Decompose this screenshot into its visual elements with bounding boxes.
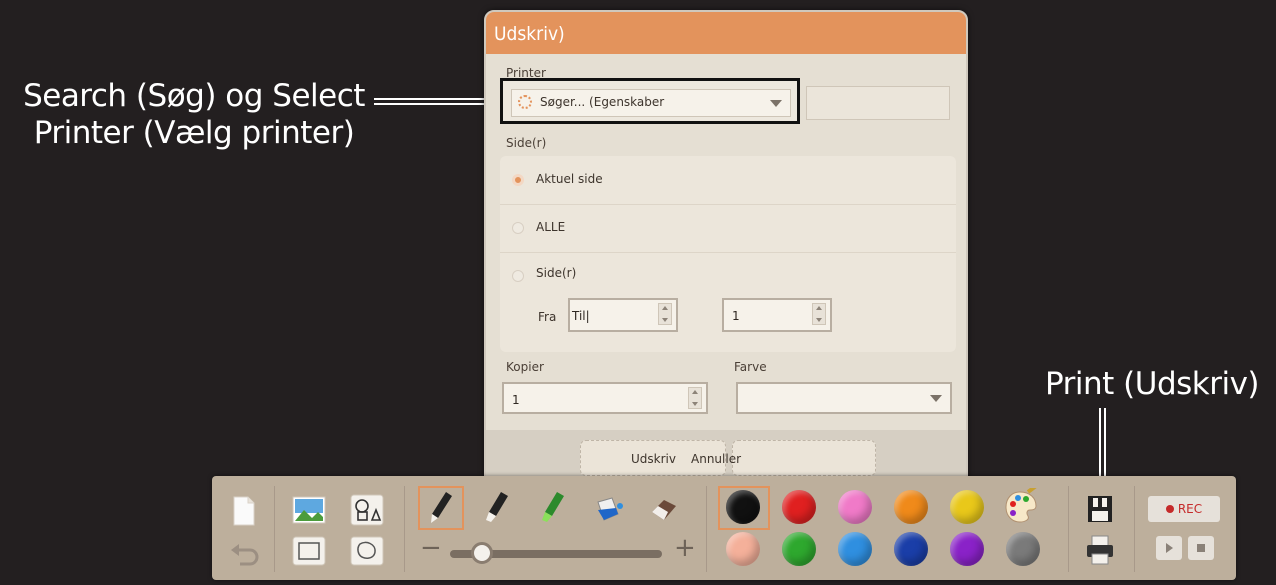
color-swatch-row1-1[interactable] [726, 490, 760, 524]
play-icon [1166, 543, 1173, 553]
pages-group: Aktuel side ALLE Side(r) Fra Til| 1 [500, 156, 956, 352]
page-option-all[interactable]: ALLE [500, 204, 956, 253]
color-swatch-row2-1[interactable] [726, 532, 760, 566]
pen-icon[interactable] [426, 490, 456, 526]
page-option-current[interactable]: Aktuel side [500, 156, 956, 205]
from-page-field[interactable]: Til| [568, 298, 678, 332]
to-page-value: 1 [732, 309, 740, 323]
callout-left-line1: Search (Søg) og Select [23, 78, 365, 114]
page-option-range[interactable]: Side(r) Fra Til| 1 [500, 252, 956, 352]
color-swatch-row2-3[interactable] [838, 532, 872, 566]
play-button[interactable] [1156, 536, 1182, 560]
copies-field[interactable]: 1 [502, 382, 708, 414]
zoom-plus[interactable]: + [674, 535, 696, 561]
page-option-label: Side(r) [536, 266, 577, 280]
color-swatch-row1-2[interactable] [782, 490, 816, 524]
radio-current-page[interactable] [512, 174, 524, 186]
dialog-title: Udskriv) [486, 12, 966, 54]
toolbar-divider [706, 486, 707, 572]
callout-left-connector [374, 98, 502, 100]
undo-icon[interactable] [230, 542, 260, 566]
color-select[interactable] [736, 382, 952, 414]
toolbar-divider [404, 486, 405, 572]
toolbar-divider [1134, 486, 1135, 572]
record-button[interactable]: REC [1148, 496, 1220, 522]
color-swatch-row2-5[interactable] [950, 532, 984, 566]
loading-spinner-icon [518, 95, 532, 109]
printer-highlight: Søger... (Egenskaber [500, 78, 800, 124]
marker-icon[interactable] [482, 490, 512, 526]
rectangle-icon[interactable] [292, 536, 326, 566]
highlighter-icon[interactable] [538, 490, 568, 526]
stop-icon [1197, 544, 1205, 552]
page-option-label: Aktuel side [536, 172, 603, 186]
printer-select[interactable]: Søger... (Egenskaber [511, 89, 791, 117]
shapes-icon[interactable] [350, 494, 384, 526]
callout-print: Print (Udskriv) [1045, 366, 1260, 402]
chevron-down-icon [930, 395, 942, 402]
color-swatch-row2-2[interactable] [782, 532, 816, 566]
printer-select-value: Søger... (Egenskaber [540, 95, 665, 109]
cancel-button[interactable]: Annuller [691, 440, 876, 476]
copies-value: 1 [512, 393, 520, 407]
properties-button[interactable] [806, 86, 950, 120]
toolbar-divider [1068, 486, 1069, 572]
print-dialog: Udskriv) Printer Søger... (Egenskaber Si… [484, 10, 968, 488]
eraser-icon[interactable] [648, 494, 680, 524]
color-swatch-row1-3[interactable] [838, 490, 872, 524]
from-page-value: Til| [572, 309, 590, 323]
to-page-stepper[interactable] [812, 303, 826, 325]
record-label: REC [1177, 502, 1203, 516]
palette-icon[interactable] [1002, 488, 1040, 526]
image-icon[interactable] [292, 496, 326, 524]
copies-stepper[interactable] [688, 387, 702, 409]
color-swatch-row2-4[interactable] [894, 532, 928, 566]
new-page-icon[interactable] [232, 496, 256, 526]
callout-search-select-printer: Search (Søg) og Select Printer (Vælg pri… [8, 78, 380, 152]
from-label: Fra [538, 310, 557, 324]
cancel-button-label: Annuller [691, 452, 742, 466]
fill-icon[interactable] [592, 494, 624, 524]
slider-thumb[interactable] [470, 542, 493, 564]
color-swatch-row2-6[interactable] [1006, 532, 1040, 566]
copies-label: Kopier [506, 360, 544, 374]
page-option-label: ALLE [536, 220, 566, 234]
lasso-icon[interactable] [350, 536, 384, 566]
to-page-field[interactable]: 1 [722, 298, 832, 332]
toolbar-divider [274, 486, 275, 572]
record-dot-icon [1165, 505, 1174, 513]
bottom-toolbar: − + REC [212, 476, 1236, 580]
callout-left-line2: Printer (Vælg printer) [33, 115, 355, 152]
radio-all-pages[interactable] [512, 222, 524, 234]
color-swatch-row1-5[interactable] [950, 490, 984, 524]
callout-left-connector-2 [374, 103, 502, 105]
pages-label: Side(r) [506, 136, 547, 150]
print-button-label: Udskriv [631, 452, 676, 466]
from-page-stepper[interactable] [658, 303, 672, 325]
print-icon[interactable] [1084, 534, 1116, 566]
chevron-down-icon [770, 100, 782, 107]
color-swatch-row1-4[interactable] [894, 490, 928, 524]
stop-button[interactable] [1188, 536, 1214, 560]
color-label: Farve [734, 360, 767, 374]
radio-page-range[interactable] [512, 270, 524, 282]
zoom-minus[interactable]: − [420, 535, 442, 561]
save-icon[interactable] [1086, 494, 1114, 524]
